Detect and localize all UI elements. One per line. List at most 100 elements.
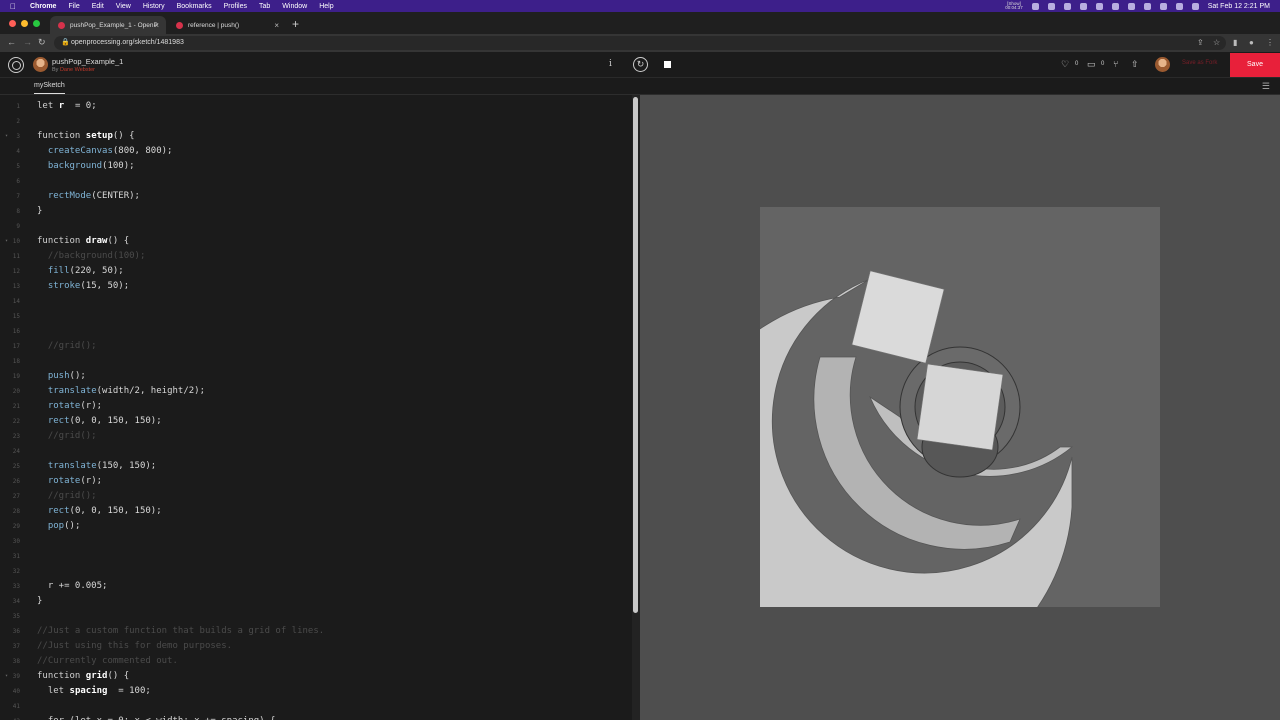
code-line[interactable]: 40 let spacing = 100; (0, 684, 632, 699)
tab-reference[interactable]: reference | push() × (168, 16, 286, 34)
code-line[interactable]: 11 //background(100); (0, 249, 632, 264)
code-line[interactable]: 16 (0, 324, 632, 339)
code-line[interactable]: 10 ▾ function draw() { (0, 234, 632, 249)
code-line[interactable]: 4 createCanvas(800, 800); (0, 144, 632, 159)
code-line[interactable]: 7 rectMode(CENTER); (0, 189, 632, 204)
author-name-link[interactable]: Dane Webster (60, 67, 95, 73)
tab-mysketch[interactable]: mySketch (34, 82, 65, 94)
battery-icon[interactable] (1127, 2, 1135, 10)
menu-profiles[interactable]: Profiles (224, 3, 247, 10)
minimize-window-button[interactable] (21, 20, 28, 27)
siri-icon[interactable] (1191, 2, 1199, 10)
recording-indicator[interactable]: [Show] 00:04:37 (1005, 1, 1023, 10)
save-as-fork-button[interactable]: Save as Fork (1182, 60, 1217, 66)
menu-bookmarks[interactable]: Bookmarks (177, 3, 212, 10)
more-menu-icon[interactable]: ⋮ (1266, 38, 1274, 47)
restart-button[interactable]: ↻ (633, 57, 648, 72)
code-editor[interactable]: 1 let r = 0; 2 3 ▾ function setup() {4 create… (0, 95, 632, 720)
code-line[interactable]: 23 //grid(); (0, 429, 632, 444)
menu-view[interactable]: View (116, 3, 131, 10)
url-omnibox[interactable]: 🔒 openprocessing.org/sketch/1481983 (54, 36, 1226, 50)
code-line[interactable]: 2 (0, 114, 632, 129)
status-icon-3[interactable] (1063, 2, 1071, 10)
apple-icon[interactable]:  (10, 2, 16, 11)
close-tab-icon[interactable]: × (154, 21, 159, 30)
code-line[interactable]: 5 background(100); (0, 159, 632, 174)
code-line[interactable]: 26 rotate(r); (0, 474, 632, 489)
bookmark-star-icon[interactable]: ☆ (1213, 38, 1220, 47)
menu-help[interactable]: Help (319, 3, 333, 10)
code-line[interactable]: 9 (0, 219, 632, 234)
code-line[interactable]: 41 (0, 699, 632, 714)
code-line[interactable]: 20 translate(width/2, height/2); (0, 384, 632, 399)
code-line[interactable]: 24 (0, 444, 632, 459)
zoom-window-button[interactable] (33, 20, 40, 27)
menu-edit[interactable]: Edit (92, 3, 104, 10)
stop-button[interactable] (664, 61, 671, 68)
code-line[interactable]: 37 //Just using this for demo purposes. (0, 639, 632, 654)
code-line[interactable]: 18 (0, 354, 632, 369)
openprocessing-logo-icon[interactable] (8, 57, 24, 73)
control-center-icon[interactable] (1159, 2, 1167, 10)
menu-tab[interactable]: Tab (259, 3, 270, 10)
code-line[interactable]: 14 (0, 294, 632, 309)
code-line[interactable]: 6 (0, 174, 632, 189)
code-line[interactable]: 28 rect(0, 0, 150, 150); (0, 504, 632, 519)
reload-icon[interactable]: ↻ (38, 37, 46, 48)
fork-icon[interactable]: ⑂ (1113, 59, 1118, 69)
sliders-icon[interactable]: ☰ (1262, 81, 1270, 92)
share-icon[interactable]: ⇧ (1131, 59, 1139, 70)
back-icon[interactable]: ← (7, 37, 16, 47)
code-line[interactable]: 19 push(); (0, 369, 632, 384)
editor-scrollbar[interactable] (632, 95, 640, 720)
fold-arrow-icon[interactable]: ▾ (5, 234, 8, 249)
code-line[interactable]: 8} (0, 204, 632, 219)
comment-icon[interactable]: ▭ (1087, 59, 1096, 70)
spotlight-icon[interactable] (1175, 2, 1183, 10)
new-tab-icon[interactable]: + (292, 17, 299, 31)
code-line[interactable]: 34} (0, 594, 632, 609)
code-line[interactable]: 35 (0, 609, 632, 624)
user-avatar[interactable] (1155, 57, 1170, 72)
tab-openprocessing[interactable]: pushPop_Example_1 - OpenP × (50, 16, 166, 34)
save-button[interactable]: Save (1230, 53, 1280, 77)
code-line[interactable]: 12 fill(220, 50); (0, 264, 632, 279)
code-line[interactable]: 32 (0, 564, 632, 579)
code-line[interactable]: 1 let r = 0; (0, 99, 632, 114)
heart-icon[interactable]: ♡ (1061, 59, 1069, 70)
close-tab-icon[interactable]: × (274, 21, 279, 30)
code-line[interactable]: 36 //Just a custom function that builds a… (0, 624, 632, 639)
wifi-icon[interactable] (1143, 2, 1151, 10)
status-icon-5[interactable] (1095, 2, 1103, 10)
code-line[interactable]: 22 rect(0, 0, 150, 150); (0, 414, 632, 429)
author-avatar[interactable] (33, 57, 48, 72)
code-line[interactable]: 21 rotate(r); (0, 399, 632, 414)
menubar-clock[interactable]: Sat Feb 12 2:21 PM (1208, 3, 1270, 10)
fold-arrow-icon[interactable]: ▾ (5, 669, 8, 684)
fold-arrow-icon[interactable]: ▾ (5, 129, 8, 144)
code-line[interactable]: 25 translate(150, 150); (0, 459, 632, 474)
menu-file[interactable]: File (68, 3, 79, 10)
lock-icon[interactable]: 🔒 (61, 38, 70, 46)
cloud-icon[interactable] (1079, 2, 1087, 10)
code-line[interactable]: 39 ▾ function grid() { (0, 669, 632, 684)
code-line[interactable]: 38 //Currently commented out. (0, 654, 632, 669)
code-line[interactable]: 29 pop(); (0, 519, 632, 534)
code-line[interactable]: 13 stroke(15, 50); (0, 279, 632, 294)
code-line[interactable]: 27 //grid(); (0, 489, 632, 504)
menu-app-name[interactable]: Chrome (30, 3, 56, 10)
status-icon-2[interactable] (1047, 2, 1055, 10)
close-window-button[interactable] (9, 20, 16, 27)
headphones-icon[interactable] (1111, 2, 1119, 10)
code-line[interactable]: 31 (0, 549, 632, 564)
code-line[interactable]: 33 r += 0.005; (0, 579, 632, 594)
menu-window[interactable]: Window (282, 3, 307, 10)
sketch-canvas[interactable] (760, 207, 1160, 607)
code-line[interactable]: 42 for (let x = 0; x < width; x += spaci… (0, 714, 632, 720)
code-line[interactable]: 30 (0, 534, 632, 549)
share-icon[interactable]: ⇪ (1197, 38, 1204, 47)
code-line[interactable]: 17 //grid(); (0, 339, 632, 354)
code-line[interactable]: 3 ▾ function setup() { (0, 129, 632, 144)
editor-scrollbar-thumb[interactable] (633, 97, 638, 613)
info-button[interactable]: i (609, 59, 612, 69)
